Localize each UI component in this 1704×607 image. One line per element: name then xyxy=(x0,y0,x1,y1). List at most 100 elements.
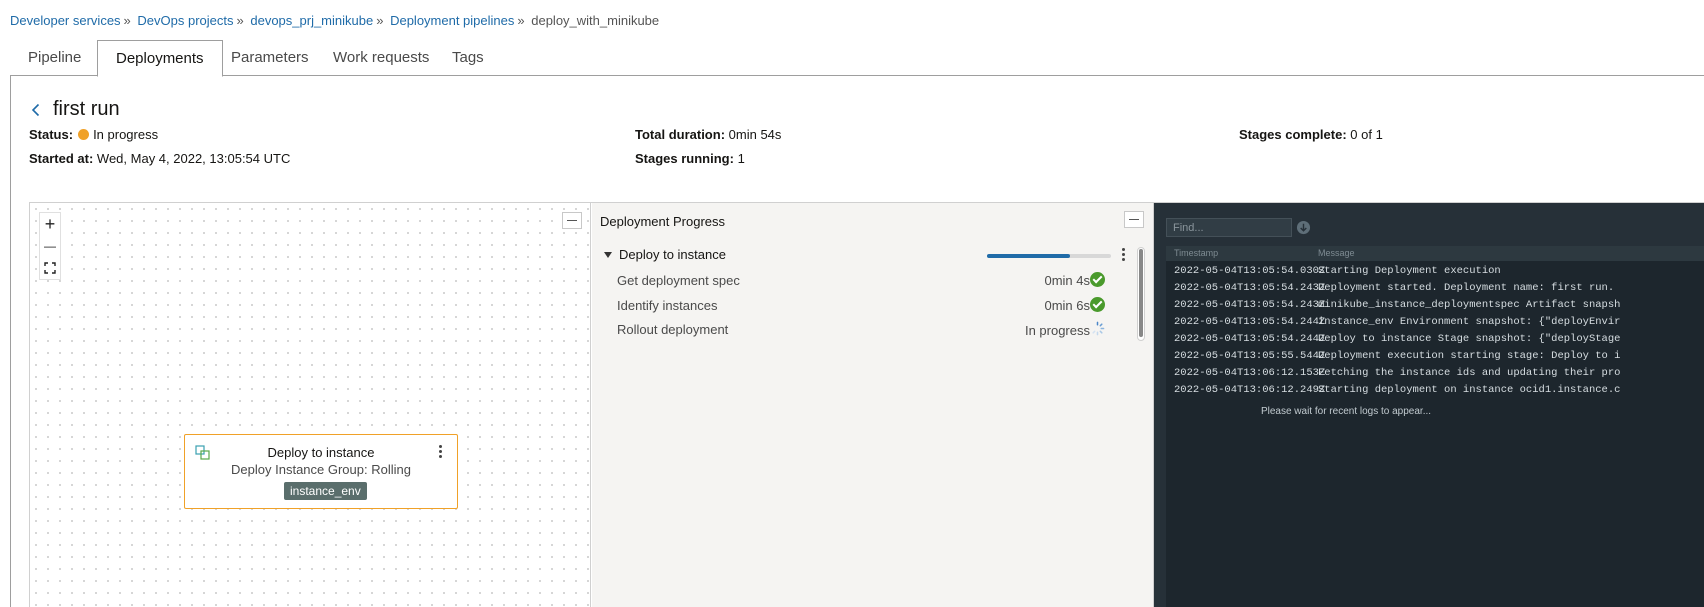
log-message: Deployment started. Deployment name: fir… xyxy=(1318,282,1615,294)
log-row: 2022-05-04T13:06:12.249Z Starting deploym… xyxy=(1166,382,1704,399)
started-at-label: Started at: xyxy=(29,151,94,166)
step-name: Rollout deployment xyxy=(617,322,729,337)
breadcrumb: Developer services» DevOps projects» dev… xyxy=(10,13,660,28)
log-row: 2022-05-04T13:05:54.244Z instance_env Env… xyxy=(1166,314,1704,331)
zoom-controls: + — xyxy=(39,212,61,280)
scrollbar-thumb[interactable] xyxy=(1139,249,1143,337)
breadcrumb-devops-projects[interactable]: DevOps projects xyxy=(137,13,233,28)
deployment-detail: first run Status: In progress Started at:… xyxy=(10,76,1704,607)
total-duration-label: Total duration: xyxy=(635,127,726,142)
status-label: Status: xyxy=(29,127,74,142)
started-at-value: Wed, May 4, 2022, 13:05:54 UTC xyxy=(96,151,291,166)
log-message: Starting deployment on instance ocid1.in… xyxy=(1318,384,1621,396)
minus-icon xyxy=(567,220,577,221)
tab-deployments[interactable]: Deployments xyxy=(97,40,223,77)
tab-pipeline[interactable]: Pipeline xyxy=(10,40,99,76)
fullscreen-icon xyxy=(44,262,56,274)
deployment-progress-title: Deployment Progress xyxy=(600,214,725,229)
log-message: Fetching the instance ids and updating t… xyxy=(1318,367,1621,379)
stage-node-subtitle: Deploy Instance Group: Rolling xyxy=(231,462,411,477)
total-duration-field: Total duration: 0min 54s xyxy=(635,127,781,142)
log-timestamp: 2022-05-04T13:06:12.153Z xyxy=(1174,367,1326,379)
stage-toggle[interactable]: Deploy to instance xyxy=(604,247,726,262)
tab-parameters[interactable]: Parameters xyxy=(213,40,327,76)
log-message: Deploy to instance Stage snapshot: {"dep… xyxy=(1318,333,1621,345)
progress-scrollbar[interactable] xyxy=(1137,247,1145,341)
log-row: 2022-05-04T13:06:12.153Z Fetching the ins… xyxy=(1166,365,1704,382)
breadcrumb-developer-services[interactable]: Developer services xyxy=(10,13,121,28)
step-duration: 0min 6s xyxy=(1044,298,1090,313)
step-duration: In progress xyxy=(1024,323,1090,338)
message-column-header: Message xyxy=(1318,248,1355,258)
zoom-out-button[interactable]: — xyxy=(40,235,60,257)
breadcrumb-deployment-pipelines[interactable]: Deployment pipelines xyxy=(390,13,514,28)
stages-complete-label: Stages complete: xyxy=(1239,127,1347,142)
logs-panel: Timestamp Message 2022-05-04T13:05:54.03… xyxy=(1154,203,1704,607)
log-message: minikube_instance_deploymentspec Artifac… xyxy=(1318,299,1621,311)
log-message: instance_env Environment snapshot: {"dep… xyxy=(1318,316,1621,328)
log-timestamp: 2022-05-04T13:05:54.244Z xyxy=(1174,333,1326,345)
stage-progress-bar xyxy=(987,254,1111,258)
stages-running-field: Stages running: 1 xyxy=(635,151,745,166)
pipeline-canvas[interactable]: + — Deploy to instance Deploy Instance G… xyxy=(29,203,591,607)
stages-running-label: Stages running: xyxy=(635,151,734,166)
log-wait-message: Please wait for recent logs to appear... xyxy=(1260,406,1432,417)
log-timestamp: 2022-05-04T13:05:55.544Z xyxy=(1174,350,1326,362)
log-row: 2022-05-04T13:05:54.243Z minikube_instanc… xyxy=(1166,297,1704,314)
breadcrumb-current: deploy_with_minikube xyxy=(531,13,660,28)
log-timestamp: 2022-05-04T13:06:12.249Z xyxy=(1174,384,1326,396)
deployment-progress-panel: Deployment Progress Deploy to instance G… xyxy=(592,203,1154,607)
log-timestamp: 2022-05-04T13:05:54.243Z xyxy=(1174,282,1326,294)
stages-complete-field: Stages complete: 0 of 1 xyxy=(1239,127,1383,142)
step-name: Identify instances xyxy=(617,298,718,313)
fit-to-screen-button[interactable] xyxy=(40,257,60,279)
success-check-icon xyxy=(1090,297,1105,312)
panels: + — Deploy to instance Deploy Instance G… xyxy=(29,202,1704,607)
stage-name: Deploy to instance xyxy=(619,247,726,262)
tab-bar: Pipeline Deployments Parameters Work req… xyxy=(10,40,1704,77)
log-message: Starting Deployment execution xyxy=(1318,265,1501,277)
total-duration-value: 0min 54s xyxy=(728,127,782,142)
caret-down-icon xyxy=(604,251,612,258)
status-dot-icon xyxy=(78,129,90,140)
timestamp-column-header: Timestamp xyxy=(1174,248,1219,258)
started-at-field: Started at: Wed, May 4, 2022, 13:05:54 U… xyxy=(29,151,290,166)
chevron-left-icon[interactable] xyxy=(29,103,43,117)
success-check-icon xyxy=(1090,272,1105,287)
arrow-down-circle-icon[interactable] xyxy=(1296,220,1311,235)
log-row: 2022-05-04T13:05:54.244Z Deploy to instan… xyxy=(1166,331,1704,348)
stage-node-deploy-to-instance[interactable]: Deploy to instance Deploy Instance Group… xyxy=(184,434,458,509)
spinner-icon xyxy=(1092,321,1105,336)
log-table: Timestamp Message 2022-05-04T13:05:54.03… xyxy=(1166,246,1704,607)
status-field: Status: In progress xyxy=(29,127,158,142)
status-value: In progress xyxy=(93,127,159,142)
title-row: first run xyxy=(29,98,120,121)
canvas-collapse-button[interactable] xyxy=(562,212,582,229)
environment-tag: instance_env xyxy=(284,482,367,500)
stage-node-title: Deploy to instance xyxy=(267,445,375,460)
log-row: 2022-05-04T13:05:54.243Z Deployment start… xyxy=(1166,280,1704,297)
stage-menu-icon[interactable] xyxy=(1122,248,1125,261)
log-table-header: Timestamp Message xyxy=(1166,246,1704,261)
stages-complete-value: 0 of 1 xyxy=(1350,127,1383,142)
stages-running-value: 1 xyxy=(737,151,745,166)
stage-progress-fill xyxy=(987,254,1071,258)
log-row: 2022-05-04T13:05:55.544Z Deployment execu… xyxy=(1166,348,1704,365)
tab-work-requests[interactable]: Work requests xyxy=(315,40,447,76)
stage-node-menu-icon[interactable] xyxy=(439,445,442,458)
step-duration: 0min 4s xyxy=(1044,273,1090,288)
breadcrumb-project[interactable]: devops_prj_minikube xyxy=(250,13,373,28)
progress-collapse-button[interactable] xyxy=(1124,211,1144,228)
log-message: Deployment execution starting stage: Dep… xyxy=(1318,350,1621,362)
log-timestamp: 2022-05-04T13:05:54.030Z xyxy=(1174,265,1326,277)
page-title: first run xyxy=(53,98,120,120)
log-timestamp: 2022-05-04T13:05:54.243Z xyxy=(1174,299,1326,311)
log-row: 2022-05-04T13:05:54.030Z Starting Deploym… xyxy=(1166,263,1704,280)
log-search-input[interactable] xyxy=(1166,218,1292,237)
zoom-in-button[interactable]: + xyxy=(40,213,60,235)
step-name: Get deployment spec xyxy=(617,273,740,288)
log-timestamp: 2022-05-04T13:05:54.244Z xyxy=(1174,316,1326,328)
logs-viewer: Timestamp Message 2022-05-04T13:05:54.03… xyxy=(1160,203,1704,607)
tab-tags[interactable]: Tags xyxy=(434,40,502,76)
minus-icon xyxy=(1129,219,1139,220)
